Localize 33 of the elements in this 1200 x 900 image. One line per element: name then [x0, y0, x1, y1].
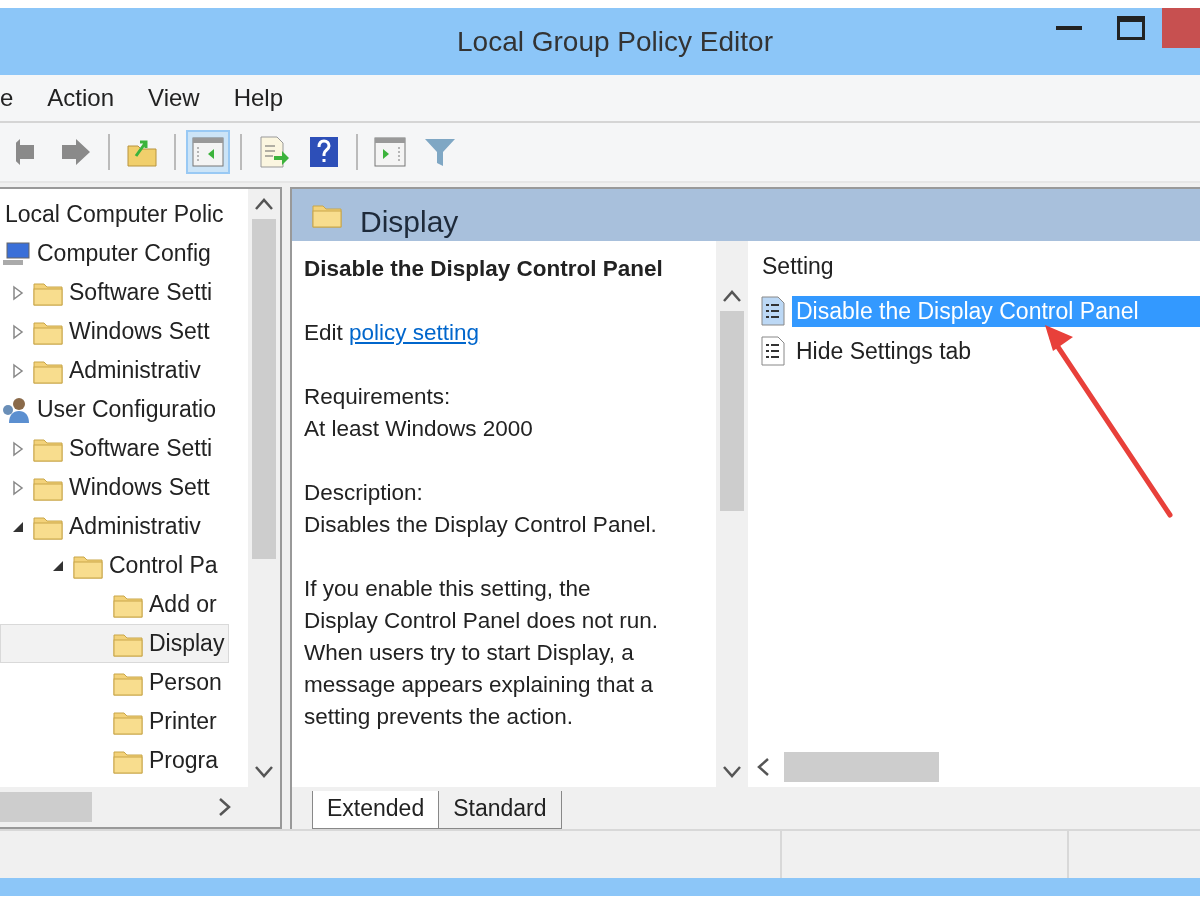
tree-item[interactable]: Computer Config	[0, 234, 216, 273]
edit-label: Edit	[304, 320, 343, 345]
description-label: Description:	[304, 479, 424, 507]
column-header[interactable]: Setting	[748, 241, 1200, 291]
tree-item[interactable]: Display	[0, 624, 230, 663]
policy-setting-link[interactable]: policy setting	[349, 320, 480, 345]
tree-item[interactable]: Administrativ	[0, 507, 206, 546]
pane-title: Display	[360, 204, 459, 239]
menu-item[interactable]: Help	[233, 84, 283, 112]
tree-item[interactable]: Windows Sett	[0, 468, 215, 507]
policy-title: Disable the Display Control Panel	[304, 255, 664, 283]
tree-item[interactable]: Software Setti	[0, 429, 218, 468]
menu-item[interactable]: Action	[47, 84, 115, 112]
tree-item[interactable]: Progra	[0, 741, 224, 780]
tree-item[interactable]: Control Pa	[0, 546, 223, 585]
description-paragraph: If you enable this setting, the Display Control Panel does not run. When users try to start Display, a message appears explaining that a setting prevents the action.	[304, 575, 659, 731]
tree-item[interactable]: Add or	[0, 585, 222, 624]
tree-item[interactable]: User Configuratio	[0, 390, 221, 429]
tree-item[interactable]: Local Computer Polic	[0, 195, 229, 234]
tree-item[interactable]: Printer	[0, 702, 222, 741]
menu-item[interactable]: e	[0, 84, 14, 112]
tree-item[interactable]: Windows Sett	[0, 312, 215, 351]
tree-item[interactable]: Software Setti	[0, 273, 218, 312]
requirements-label: Requirements:	[304, 383, 452, 411]
view-tab[interactable]: Standard	[438, 791, 562, 829]
window-title: Local Group Policy Editor	[457, 25, 773, 58]
description-text: Disables the Display Control Panel.	[304, 511, 658, 539]
setting-row[interactable]: Hide Settings tab	[792, 335, 1200, 367]
view-tab[interactable]: Extended	[312, 791, 440, 829]
requirements-text: At least Windows 2000	[304, 415, 534, 443]
tree-item[interactable]: Person	[0, 663, 227, 702]
tree-item[interactable]: Administrativ	[0, 351, 206, 390]
menu-item[interactable]: View	[148, 84, 200, 112]
